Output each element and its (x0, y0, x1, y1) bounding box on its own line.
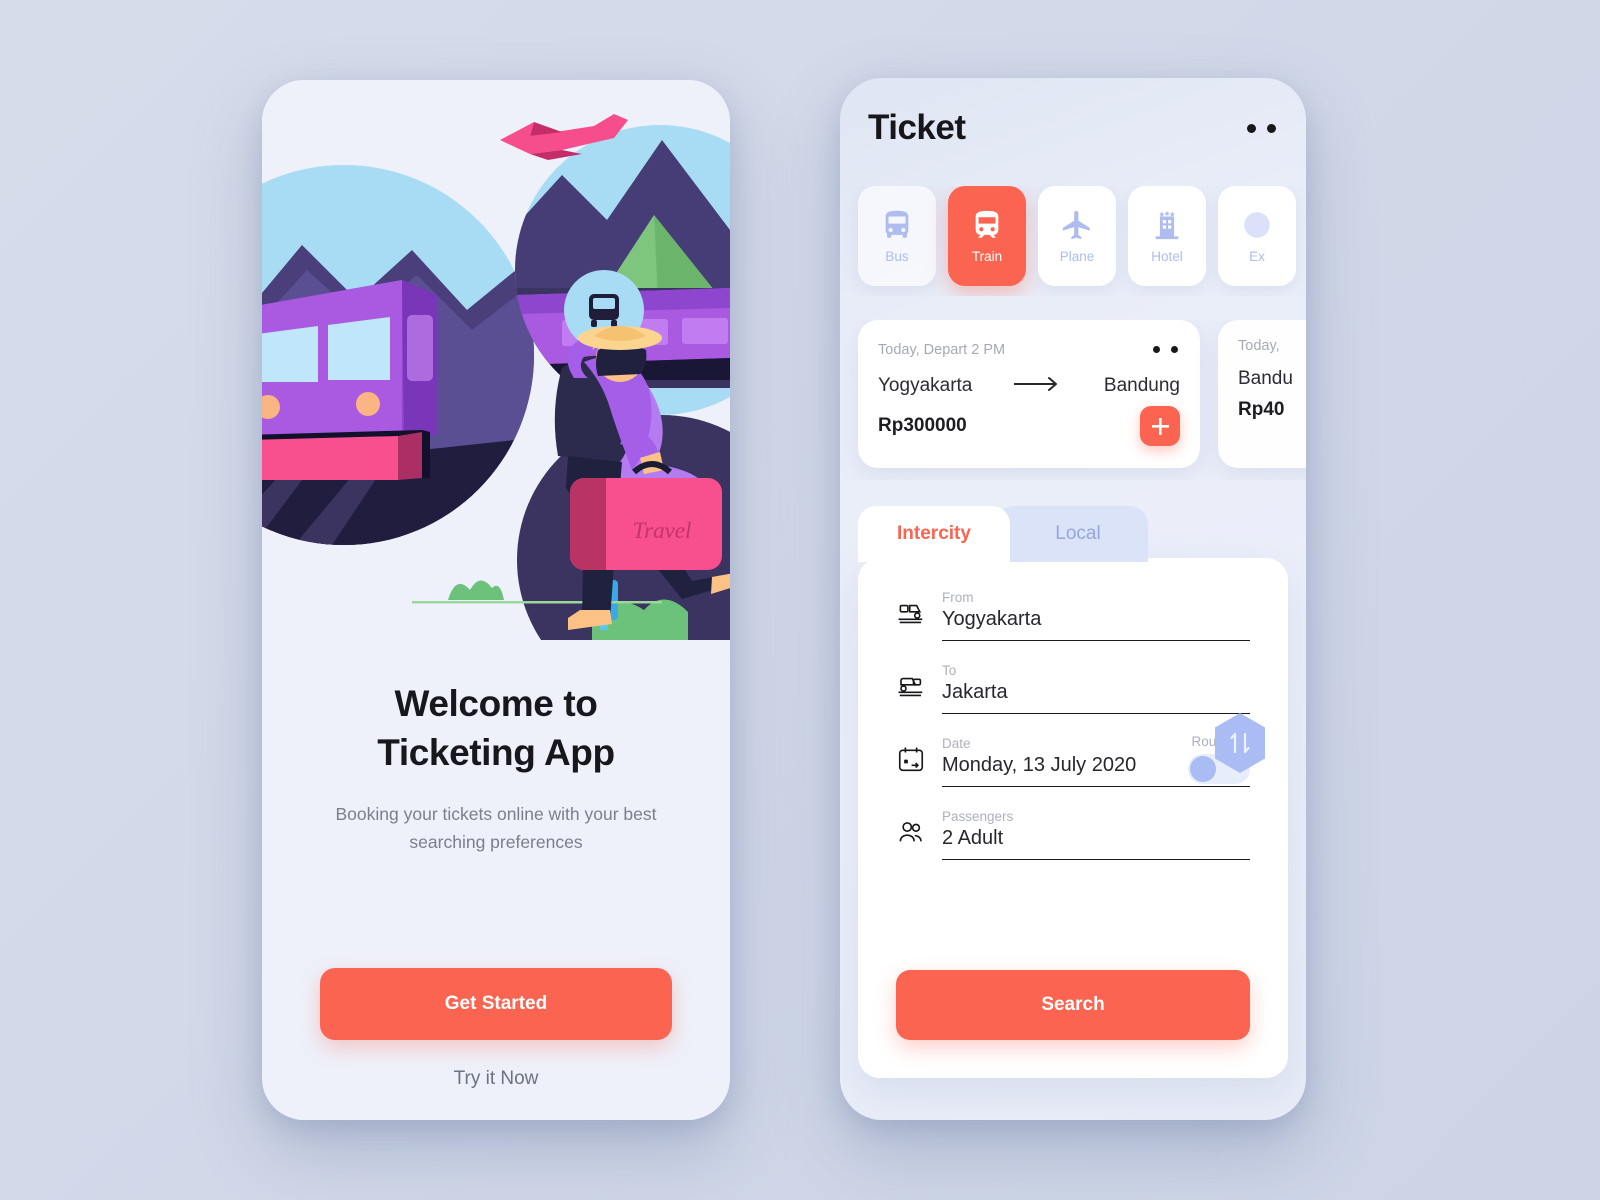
category-tab-extra[interactable]: Ex (1218, 186, 1296, 286)
ticket-price: Rp300000 (878, 415, 967, 436)
search-button[interactable]: Search (896, 970, 1250, 1040)
ticket-card[interactable]: Today, Bandu Rp40 (1218, 320, 1306, 468)
page-subtitle: Booking your tickets online with your be… (335, 803, 657, 852)
category-label: Train (971, 249, 1003, 264)
category-label: Plane (1059, 249, 1095, 264)
ticket-header: Ticket (840, 108, 1306, 148)
hotel-icon (1150, 208, 1184, 242)
category-label: Hotel (1151, 249, 1183, 264)
arrow-right-icon (1013, 376, 1062, 397)
passengers-field[interactable]: Passengers 2 Adult (858, 809, 1288, 860)
calendar-icon (896, 744, 926, 779)
to-field[interactable]: To Jakarta (858, 663, 1288, 714)
tab-intercity[interactable]: Intercity (858, 506, 1010, 562)
train-side-icon (896, 671, 926, 706)
category-tab-bus[interactable]: Bus (858, 186, 936, 286)
from-field[interactable]: From Yogyakarta (858, 590, 1288, 773)
onboarding-illustration: Travel (262, 80, 730, 640)
get-started-wrapper: Get Started (262, 968, 730, 1040)
ticket-origin: Bandu (1238, 368, 1293, 389)
ticket-depart-time: Today, Depart 2 PM (878, 341, 1006, 358)
tab-local[interactable]: Local (996, 506, 1148, 562)
bus-icon (880, 208, 914, 242)
category-label: Bus (885, 249, 909, 264)
from-label: From (942, 590, 974, 605)
train-front-icon (896, 598, 926, 633)
suitcase-label: Travel (633, 518, 692, 543)
category-tab-plane[interactable]: Plane (1038, 186, 1116, 286)
ticket-card[interactable]: Today, Depart 2 PM Yogyakarta Bandung Rp… (858, 320, 1200, 468)
plane-icon (1060, 208, 1094, 242)
search-form-panel: From Yogyakarta To Jakarta Date Monday, … (858, 558, 1288, 1078)
suitcase-graphic: Travel (570, 478, 722, 570)
onboarding-phone: Travel Welcome to Ticketing App Booking … (262, 80, 730, 1120)
page-title-line1: Welcome to (394, 683, 598, 724)
ticket-depart-time: Today, (1238, 338, 1280, 354)
passengers-label: Passengers (942, 809, 1014, 824)
transport-category-list[interactable]: Bus Train Plane Hotel Ex (840, 186, 1306, 296)
add-ticket-button[interactable] (1140, 406, 1180, 446)
ticket-phone: Ticket Bus Train Plane Hotel Ex Today, D… (840, 78, 1306, 1120)
ticket-price: Rp40 (1238, 399, 1285, 420)
extra-icon (1240, 208, 1274, 242)
ticket-origin: Yogyakarta (878, 375, 973, 396)
category-tab-hotel[interactable]: Hotel (1128, 186, 1206, 286)
page-title-line2: Ticketing App (377, 731, 615, 773)
to-label: To (942, 663, 957, 678)
onboarding-copy: Welcome to Ticketing App Booking your ti… (262, 680, 730, 856)
people-icon (896, 817, 926, 852)
get-started-button[interactable]: Get Started (320, 968, 672, 1040)
to-value[interactable]: Jakarta (942, 681, 1250, 714)
category-tab-train[interactable]: Train (948, 186, 1026, 286)
category-label: Ex (1249, 249, 1265, 264)
swap-locations-button[interactable] (1212, 712, 1268, 774)
passengers-value[interactable]: 2 Adult (942, 827, 1250, 860)
ticket-card-list[interactable]: Today, Depart 2 PM Yogyakarta Bandung Rp… (840, 320, 1306, 480)
search-mode-tabs[interactable]: Local Intercity (858, 506, 1148, 562)
ticket-destination: Bandung (1103, 375, 1180, 396)
from-value[interactable]: Yogyakarta (942, 608, 1250, 641)
more-dots-icon[interactable] (1245, 116, 1278, 141)
more-dots-icon[interactable] (1151, 338, 1180, 361)
try-it-now-link[interactable]: Try it Now (262, 1068, 730, 1090)
page-title: Ticket (868, 108, 966, 147)
train-icon (970, 208, 1004, 242)
